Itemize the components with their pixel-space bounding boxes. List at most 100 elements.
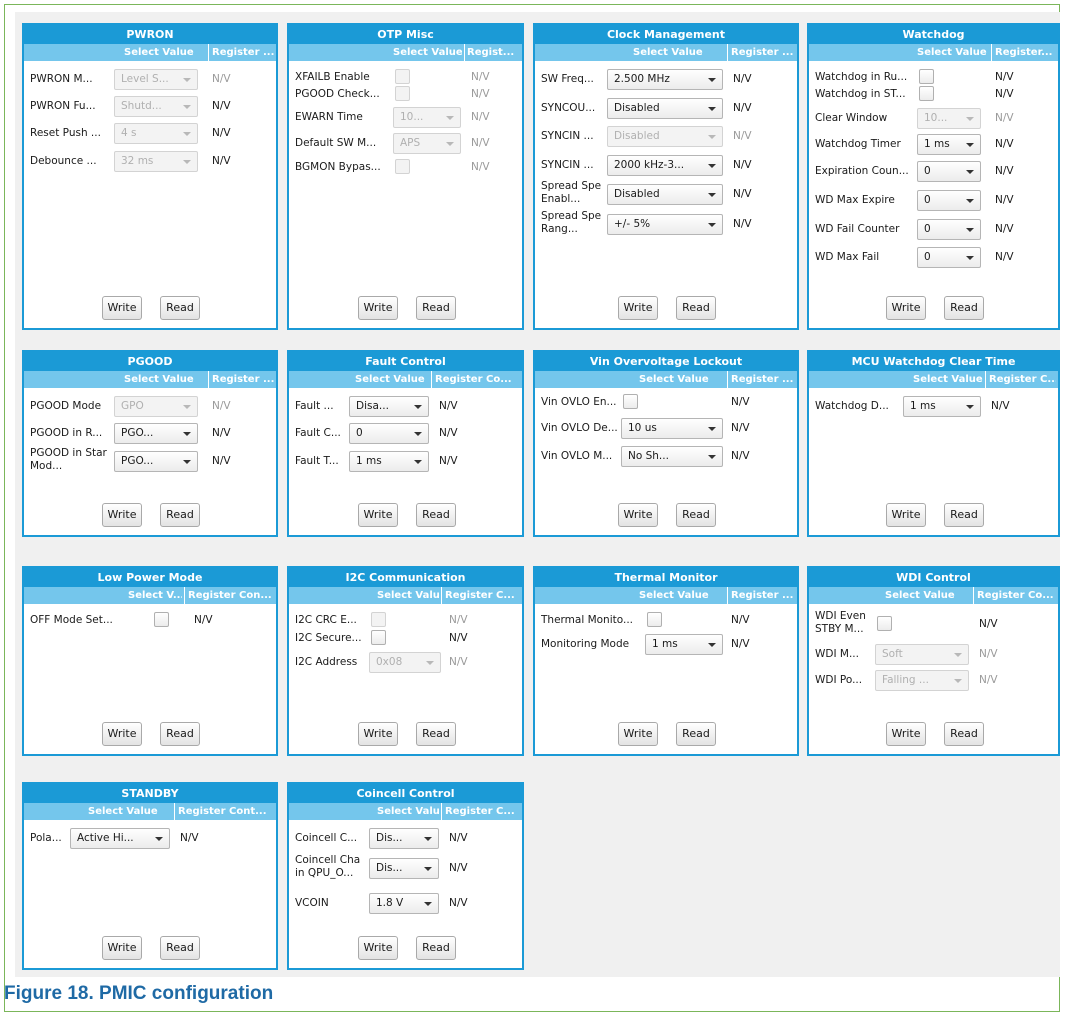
read-button[interactable]: Read bbox=[416, 296, 456, 320]
setting-row: PGOOD in R... PGO... N/V bbox=[24, 421, 276, 447]
write-button[interactable]: Write bbox=[102, 722, 142, 746]
value-dropdown[interactable]: 1 ms bbox=[903, 396, 981, 417]
value-dropdown[interactable]: 1 ms bbox=[917, 134, 981, 155]
register-value: N/V bbox=[995, 88, 1014, 100]
write-button[interactable]: Write bbox=[358, 503, 398, 527]
value-dropdown[interactable]: 0 bbox=[917, 247, 981, 268]
value-dropdown[interactable]: PGO... bbox=[114, 451, 198, 472]
setting-row: Vin OVLO En... N/V bbox=[535, 390, 797, 416]
setting-label: SW Freq... bbox=[541, 73, 594, 85]
value-dropdown[interactable]: +/- 5% bbox=[607, 214, 723, 235]
value-dropdown[interactable]: 1 ms bbox=[349, 451, 429, 472]
read-button[interactable]: Read bbox=[944, 722, 984, 746]
setting-row: VCOIN 1.8 V N/V bbox=[289, 891, 522, 917]
enable-checkbox[interactable] bbox=[154, 612, 169, 627]
write-button[interactable]: Write bbox=[358, 296, 398, 320]
setting-label: Fault ... bbox=[295, 400, 334, 412]
setting-label: WD Max Expire bbox=[815, 194, 895, 206]
panel-title: STANDBY bbox=[24, 784, 276, 803]
setting-row: Watchdog Timer 1 ms N/V bbox=[809, 132, 1058, 158]
read-button[interactable]: Read bbox=[944, 296, 984, 320]
value-dropdown[interactable]: Dis... bbox=[369, 858, 439, 879]
value-dropdown[interactable]: 0 bbox=[917, 190, 981, 211]
read-button[interactable]: Read bbox=[416, 936, 456, 960]
value-dropdown[interactable]: 0 bbox=[917, 161, 981, 182]
write-button[interactable]: Write bbox=[102, 503, 142, 527]
read-button[interactable]: Read bbox=[160, 503, 200, 527]
value-dropdown[interactable]: 1 ms bbox=[645, 634, 723, 655]
enable-checkbox[interactable] bbox=[623, 394, 638, 409]
write-button[interactable]: Write bbox=[358, 722, 398, 746]
value-dropdown: 4 s bbox=[114, 123, 198, 144]
setting-row: PGOOD Mode GPO N/V bbox=[24, 394, 276, 420]
register-value: N/V bbox=[733, 218, 752, 230]
value-dropdown[interactable]: 10 us bbox=[621, 418, 723, 439]
enable-checkbox[interactable] bbox=[877, 616, 892, 631]
read-button[interactable]: Read bbox=[676, 503, 716, 527]
value-dropdown[interactable]: 2000 kHz-3... bbox=[607, 155, 723, 176]
setting-label: WD Fail Counter bbox=[815, 223, 900, 235]
write-button[interactable]: Write bbox=[618, 722, 658, 746]
dropdown-selected-value: 0 bbox=[924, 194, 931, 206]
write-button[interactable]: Write bbox=[886, 722, 926, 746]
enable-checkbox[interactable] bbox=[371, 630, 386, 645]
value-dropdown[interactable]: No Sh... bbox=[621, 446, 723, 467]
read-button[interactable]: Read bbox=[676, 722, 716, 746]
dropdown-selected-value: 1 ms bbox=[924, 138, 950, 150]
value-dropdown[interactable]: 1.8 V bbox=[369, 893, 439, 914]
column-header-register: Register ... bbox=[731, 47, 794, 58]
value-dropdown: Soft bbox=[875, 644, 969, 665]
write-button[interactable]: Write bbox=[358, 936, 398, 960]
setting-label: BGMON Bypas... bbox=[295, 161, 381, 173]
setting-label: Vin OVLO En... bbox=[541, 396, 617, 408]
register-value: N/V bbox=[471, 111, 490, 123]
value-dropdown[interactable]: Disabled bbox=[607, 184, 723, 205]
read-button[interactable]: Read bbox=[416, 722, 456, 746]
read-button[interactable]: Read bbox=[160, 936, 200, 960]
write-button[interactable]: Write bbox=[618, 503, 658, 527]
chevron-down-icon bbox=[966, 143, 974, 147]
panel-thermal: Thermal Monitor Select Value Register ... T… bbox=[533, 566, 799, 756]
column-header-select-value: Select Value bbox=[633, 47, 703, 58]
setting-label: Vin OVLO De... bbox=[541, 422, 618, 434]
write-button[interactable]: Write bbox=[102, 296, 142, 320]
value-dropdown[interactable]: PGO... bbox=[114, 423, 198, 444]
dropdown-selected-value: 1.8 V bbox=[376, 897, 404, 909]
chevron-down-icon bbox=[708, 193, 716, 197]
chevron-down-icon bbox=[183, 78, 191, 82]
column-header-select-value: Select Value bbox=[639, 374, 709, 385]
read-button[interactable]: Read bbox=[944, 503, 984, 527]
enable-checkbox[interactable] bbox=[647, 612, 662, 627]
register-value: N/V bbox=[733, 159, 752, 171]
value-dropdown[interactable]: Disabled bbox=[607, 98, 723, 119]
register-value: N/V bbox=[449, 632, 468, 644]
write-button[interactable]: Write bbox=[886, 503, 926, 527]
setting-label: PGOOD in Star Mod... bbox=[30, 447, 107, 472]
write-button[interactable]: Write bbox=[102, 936, 142, 960]
dropdown-selected-value: PGO... bbox=[121, 455, 154, 467]
read-button[interactable]: Read bbox=[416, 503, 456, 527]
value-dropdown[interactable]: 0 bbox=[917, 219, 981, 240]
value-dropdown[interactable]: Disa... bbox=[349, 396, 429, 417]
value-dropdown[interactable]: 2.500 MHz bbox=[607, 69, 723, 90]
enable-checkbox[interactable] bbox=[919, 86, 934, 101]
panel-title: Thermal Monitor bbox=[535, 568, 797, 587]
column-header: Select Value Regist... bbox=[289, 44, 522, 61]
chevron-down-icon bbox=[183, 432, 191, 436]
setting-row: Thermal Monito... N/V bbox=[535, 608, 797, 634]
panel-wdi: WDI Control Select Value Register Co... WDI… bbox=[807, 566, 1060, 756]
value-dropdown[interactable]: 0 bbox=[349, 423, 429, 444]
setting-label: SYNCIN ... bbox=[541, 159, 594, 171]
column-header-select-value: Select Value bbox=[885, 590, 955, 601]
value-dropdown[interactable]: Active Hi... bbox=[70, 828, 170, 849]
read-button[interactable]: Read bbox=[676, 296, 716, 320]
value-dropdown[interactable]: Dis... bbox=[369, 828, 439, 849]
dropdown-selected-value: Disabled bbox=[614, 102, 660, 114]
read-button[interactable]: Read bbox=[160, 722, 200, 746]
column-separator bbox=[441, 803, 442, 820]
write-button[interactable]: Write bbox=[618, 296, 658, 320]
setting-label: SYNCOU... bbox=[541, 102, 596, 114]
write-button[interactable]: Write bbox=[886, 296, 926, 320]
read-button[interactable]: Read bbox=[160, 296, 200, 320]
column-header: Select Value Register ... bbox=[24, 371, 276, 388]
